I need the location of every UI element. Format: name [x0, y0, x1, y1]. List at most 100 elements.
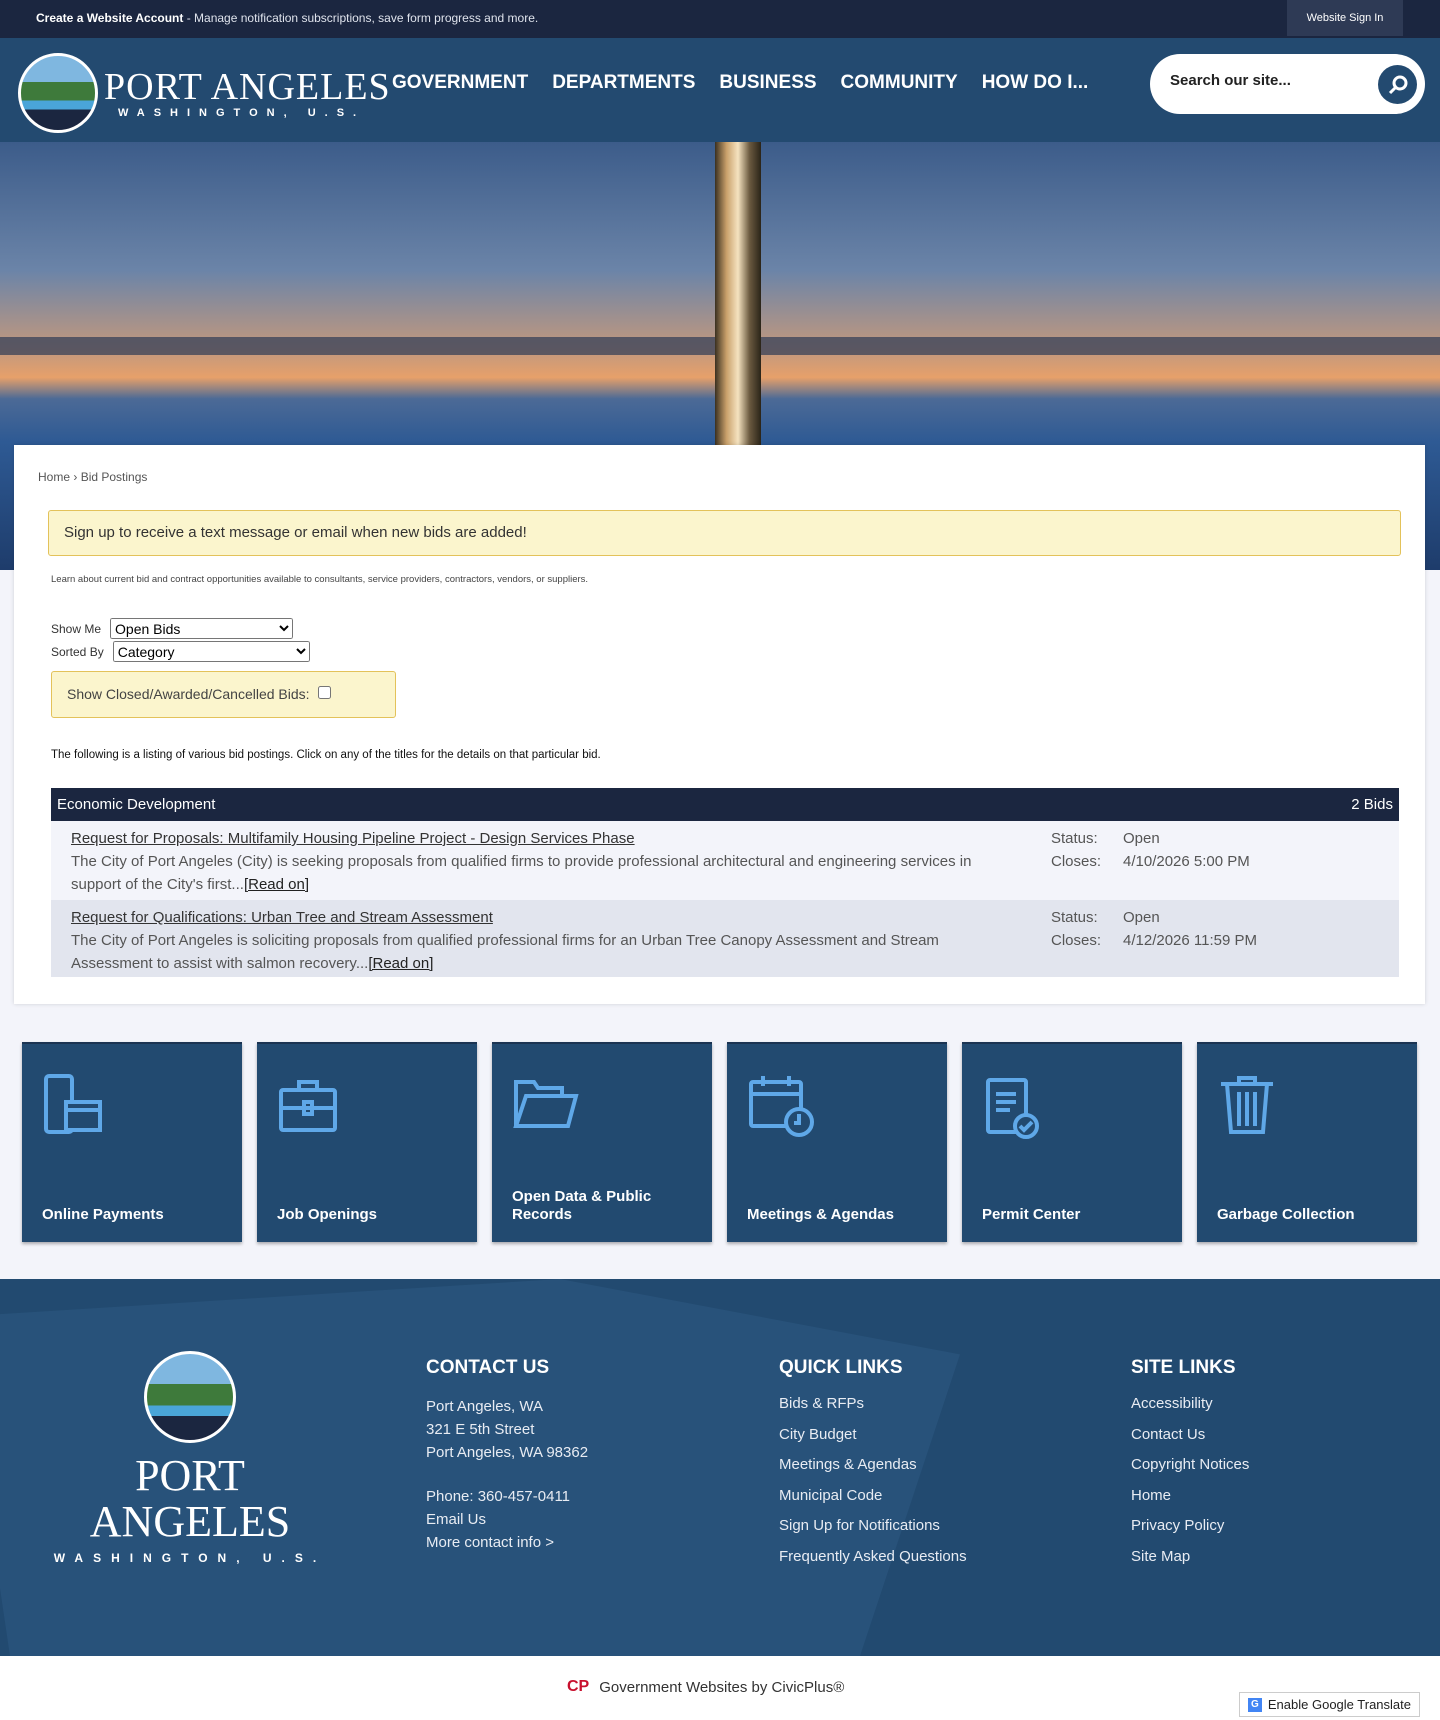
website-sign-in-button[interactable]: Website Sign In	[1287, 0, 1403, 36]
logo-emblem-icon	[144, 1351, 236, 1443]
contact-us-heading: CONTACT US	[426, 1357, 550, 1378]
nav-community[interactable]: COMMUNITY	[841, 72, 958, 94]
civicplus-link[interactable]: CP Government Websites by CivicPlus®	[567, 1678, 844, 1696]
sign-up-link[interactable]: Sign up	[64, 524, 115, 541]
site-link[interactable]: Contact Us	[1131, 1420, 1249, 1451]
tile-label: Open Data & Public Records	[512, 1188, 652, 1223]
table-row: Request for Proposals: Multifamily Housi…	[51, 821, 1399, 900]
bid-title-link[interactable]: Request for Qualifications: Urban Tree a…	[71, 909, 493, 926]
closes-value: 4/12/2026 11:59 PM	[1123, 932, 1257, 949]
category-count: 2 Bids	[1351, 796, 1393, 813]
site-link[interactable]: Copyright Notices	[1131, 1450, 1249, 1481]
tile-label: Permit Center	[982, 1206, 1081, 1223]
quick-link[interactable]: Municipal Code	[779, 1481, 967, 1512]
footer-logo-subtitle: WASHINGTON, U.S.	[53, 1551, 327, 1565]
quick-link[interactable]: Bids & RFPs	[779, 1389, 967, 1420]
more-contact-info-link[interactable]: More contact info >	[426, 1531, 588, 1554]
show-closed-checkbox[interactable]	[317, 686, 331, 699]
site-link[interactable]: Privacy Policy	[1131, 1511, 1249, 1542]
site-links-section: SITE LINKS Accessibility Contact Us Copy…	[1131, 1357, 1249, 1572]
calendar-icon	[749, 1076, 814, 1137]
logo-emblem-icon	[18, 53, 98, 133]
footer-logo[interactable]: PORT ANGELES WASHINGTON, U.S.	[40, 1351, 340, 1565]
bid-summary: The City of Port Angeles is soliciting p…	[71, 932, 939, 972]
create-account-message: Create a Website Account - Manage notifi…	[36, 11, 538, 25]
payment-icon	[44, 1074, 102, 1134]
tile-garbage-collection[interactable]: Garbage Collection	[1197, 1042, 1417, 1242]
content-card: Home › Bid Postings Sign up to receive a…	[14, 445, 1425, 1004]
nav-departments[interactable]: DEPARTMENTS	[552, 72, 695, 94]
breadcrumb-separator: ›	[70, 470, 81, 484]
email-us-link[interactable]: Email Us	[426, 1508, 588, 1531]
google-translate-icon: G	[1247, 1697, 1262, 1712]
site-footer: PORT ANGELES WASHINGTON, U.S. CONTACT US …	[0, 1279, 1440, 1656]
closes-label: Closes:	[1051, 932, 1102, 949]
bottom-bar: CP Government Websites by CivicPlus® G Ena…	[0, 1656, 1440, 1720]
quick-link[interactable]: City Budget	[779, 1420, 967, 1451]
quick-link[interactable]: Frequently Asked Questions	[779, 1542, 967, 1573]
tile-label: Job Openings	[277, 1206, 378, 1223]
site-logo[interactable]: PORT ANGELES WASHINGTON, U.S.	[18, 53, 391, 133]
trash-icon	[1221, 1076, 1273, 1134]
site-link[interactable]: Accessibility	[1131, 1389, 1249, 1420]
clipboard-check-icon	[986, 1078, 1039, 1139]
top-bar: Create a Website Account - Manage notifi…	[0, 0, 1440, 38]
status-label: Status:	[1051, 909, 1098, 926]
nav-business[interactable]: BUSINESS	[719, 72, 816, 94]
closes-label: Closes:	[1051, 853, 1102, 870]
sorted-by-label: Sorted By	[51, 644, 104, 659]
quick-link[interactable]: Meetings & Agendas	[779, 1450, 967, 1481]
quick-links-section: QUICK LINKS Bids & RFPs City Budget Meet…	[779, 1357, 967, 1572]
tile-online-payments[interactable]: Online Payments	[22, 1042, 242, 1242]
tile-job-openings[interactable]: Job Openings	[257, 1042, 477, 1242]
tile-meetings-agendas[interactable]: Meetings & Agendas	[727, 1042, 947, 1242]
site-link[interactable]: Site Map	[1131, 1542, 1249, 1573]
tile-label: Meetings & Agendas	[747, 1206, 894, 1223]
status-label: Status:	[1051, 830, 1098, 847]
signup-alert: Sign up to receive a text message or ema…	[48, 510, 1401, 556]
table-row: Request for Qualifications: Urban Tree a…	[51, 900, 1399, 977]
category-header: Economic Development 2 Bids	[51, 788, 1399, 821]
site-header: PORT ANGELES WASHINGTON, U.S. GOVERNMENT …	[0, 38, 1440, 142]
category-name: Economic Development	[57, 796, 216, 813]
show-me-label: Show Me	[51, 621, 102, 636]
tile-permit-center[interactable]: Permit Center	[962, 1042, 1182, 1242]
sorted-by-select[interactable]: Category	[112, 641, 310, 662]
phone-number[interactable]: Phone: 360-457-0411	[426, 1485, 588, 1508]
breadcrumb-home[interactable]: Home	[38, 470, 70, 484]
read-on-link[interactable]: [Read on]	[244, 876, 309, 893]
tile-open-data[interactable]: Open Data & Public Records	[492, 1042, 712, 1242]
google-translate-button[interactable]: G Enable Google Translate	[1238, 1692, 1420, 1717]
site-link[interactable]: Home	[1131, 1481, 1249, 1512]
create-account-link[interactable]: Create a Website Account	[36, 11, 183, 25]
address-line: Port Angeles, WA 98362	[426, 1444, 589, 1461]
bid-title-link[interactable]: Request for Proposals: Multifamily Housi…	[71, 830, 635, 847]
listing-intro: The following is a listing of various bi…	[51, 749, 601, 761]
nav-government[interactable]: GOVERNMENT	[392, 72, 528, 94]
briefcase-icon	[279, 1080, 337, 1132]
show-me-filter: Show Me Open Bids	[51, 618, 294, 639]
sorted-by-filter: Sorted By Category	[51, 641, 310, 662]
contact-us-section: CONTACT US Port Angeles, WA 321 E 5th St…	[426, 1357, 588, 1554]
civicplus-text: Government Websites by CivicPlus®	[599, 1678, 845, 1696]
quick-links-heading: QUICK LINKS	[779, 1357, 903, 1378]
read-on-link[interactable]: [Read on]	[368, 955, 433, 972]
bid-table: Economic Development 2 Bids Request for P…	[51, 788, 1399, 977]
search-input[interactable]	[1170, 72, 1350, 89]
folder-icon	[513, 1080, 579, 1128]
closes-value: 4/10/2026 5:00 PM	[1123, 853, 1250, 870]
main-nav: GOVERNMENT DEPARTMENTS BUSINESS COMMUNIT…	[392, 72, 1088, 94]
alert-text: to receive a text message or email when …	[114, 524, 527, 541]
logo-title: PORT ANGELES	[104, 66, 391, 108]
nav-how-do-i[interactable]: HOW DO I...	[982, 72, 1089, 94]
quick-tiles: Online Payments Job Openings Open Data &…	[22, 1042, 1417, 1242]
bid-summary: The City of Port Angeles (City) is seeki…	[71, 853, 972, 893]
hero-pole	[715, 142, 761, 447]
status-value: Open	[1123, 909, 1160, 926]
quick-link[interactable]: Sign Up for Notifications	[779, 1511, 967, 1542]
status-value: Open	[1123, 830, 1160, 847]
breadcrumb: Home › Bid Postings	[38, 470, 147, 484]
search-button[interactable]	[1378, 65, 1417, 104]
civicplus-logo-icon: CP	[567, 1678, 590, 1695]
show-me-select[interactable]: Open Bids	[110, 618, 294, 639]
